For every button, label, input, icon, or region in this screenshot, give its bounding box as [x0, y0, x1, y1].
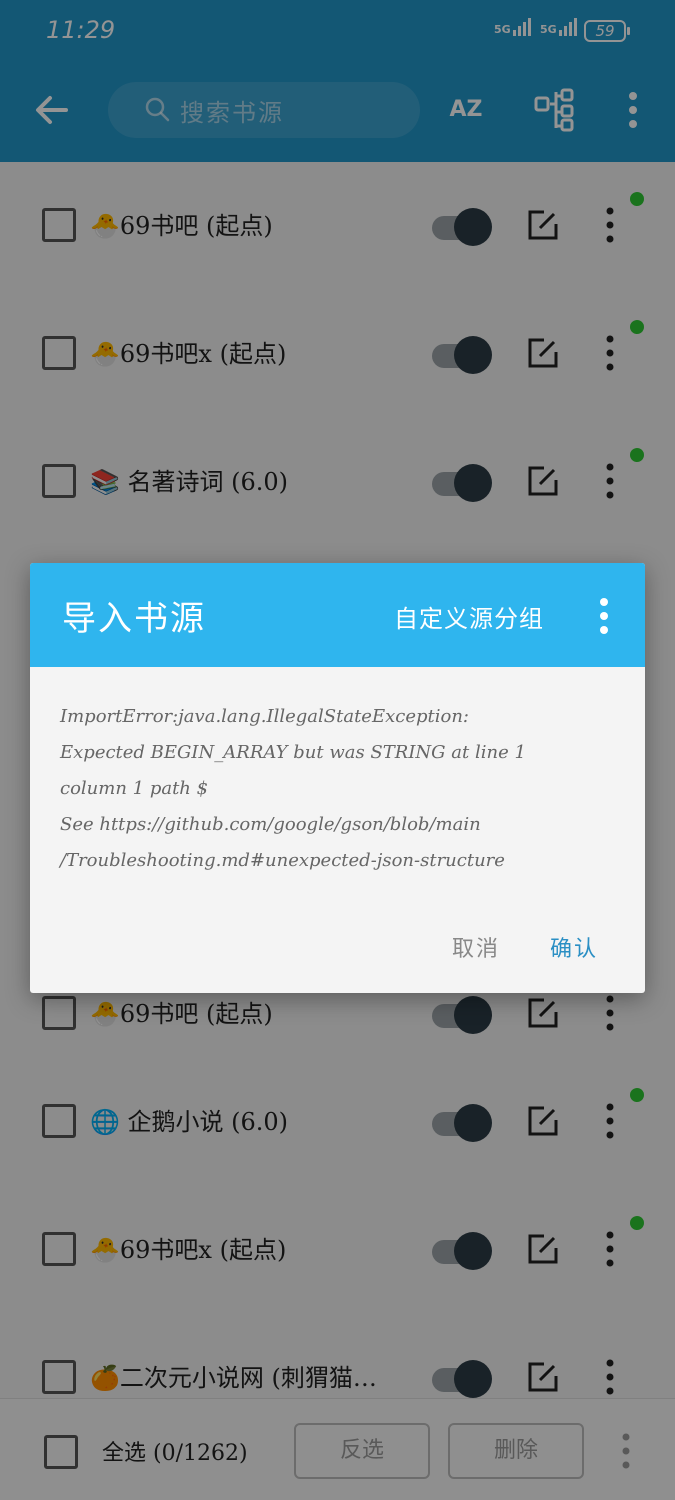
import-source-dialog: 导入书源 自定义源分组 ImportError:java.lang.Illega…	[30, 563, 645, 993]
error-line: ImportError:java.lang.IllegalStateExcept…	[60, 706, 469, 727]
more-vertical-icon[interactable]	[594, 597, 614, 635]
cancel-button[interactable]: 取消	[452, 931, 500, 963]
error-line: See https://github.com/google/gson/blob/…	[60, 814, 481, 835]
error-line: /Troubleshooting.md#unexpected-json-stru…	[60, 850, 505, 871]
dialog-header: 导入书源 自定义源分组	[30, 563, 645, 667]
dialog-title: 导入书源	[62, 599, 206, 639]
error-line: column 1 path $	[60, 778, 209, 799]
confirm-button[interactable]: 确认	[550, 931, 598, 963]
error-line: Expected BEGIN_ARRAY but was STRING at l…	[60, 742, 526, 763]
error-message: ImportError:java.lang.IllegalStateExcept…	[60, 699, 620, 879]
custom-group-button[interactable]: 自定义源分组	[394, 599, 544, 634]
